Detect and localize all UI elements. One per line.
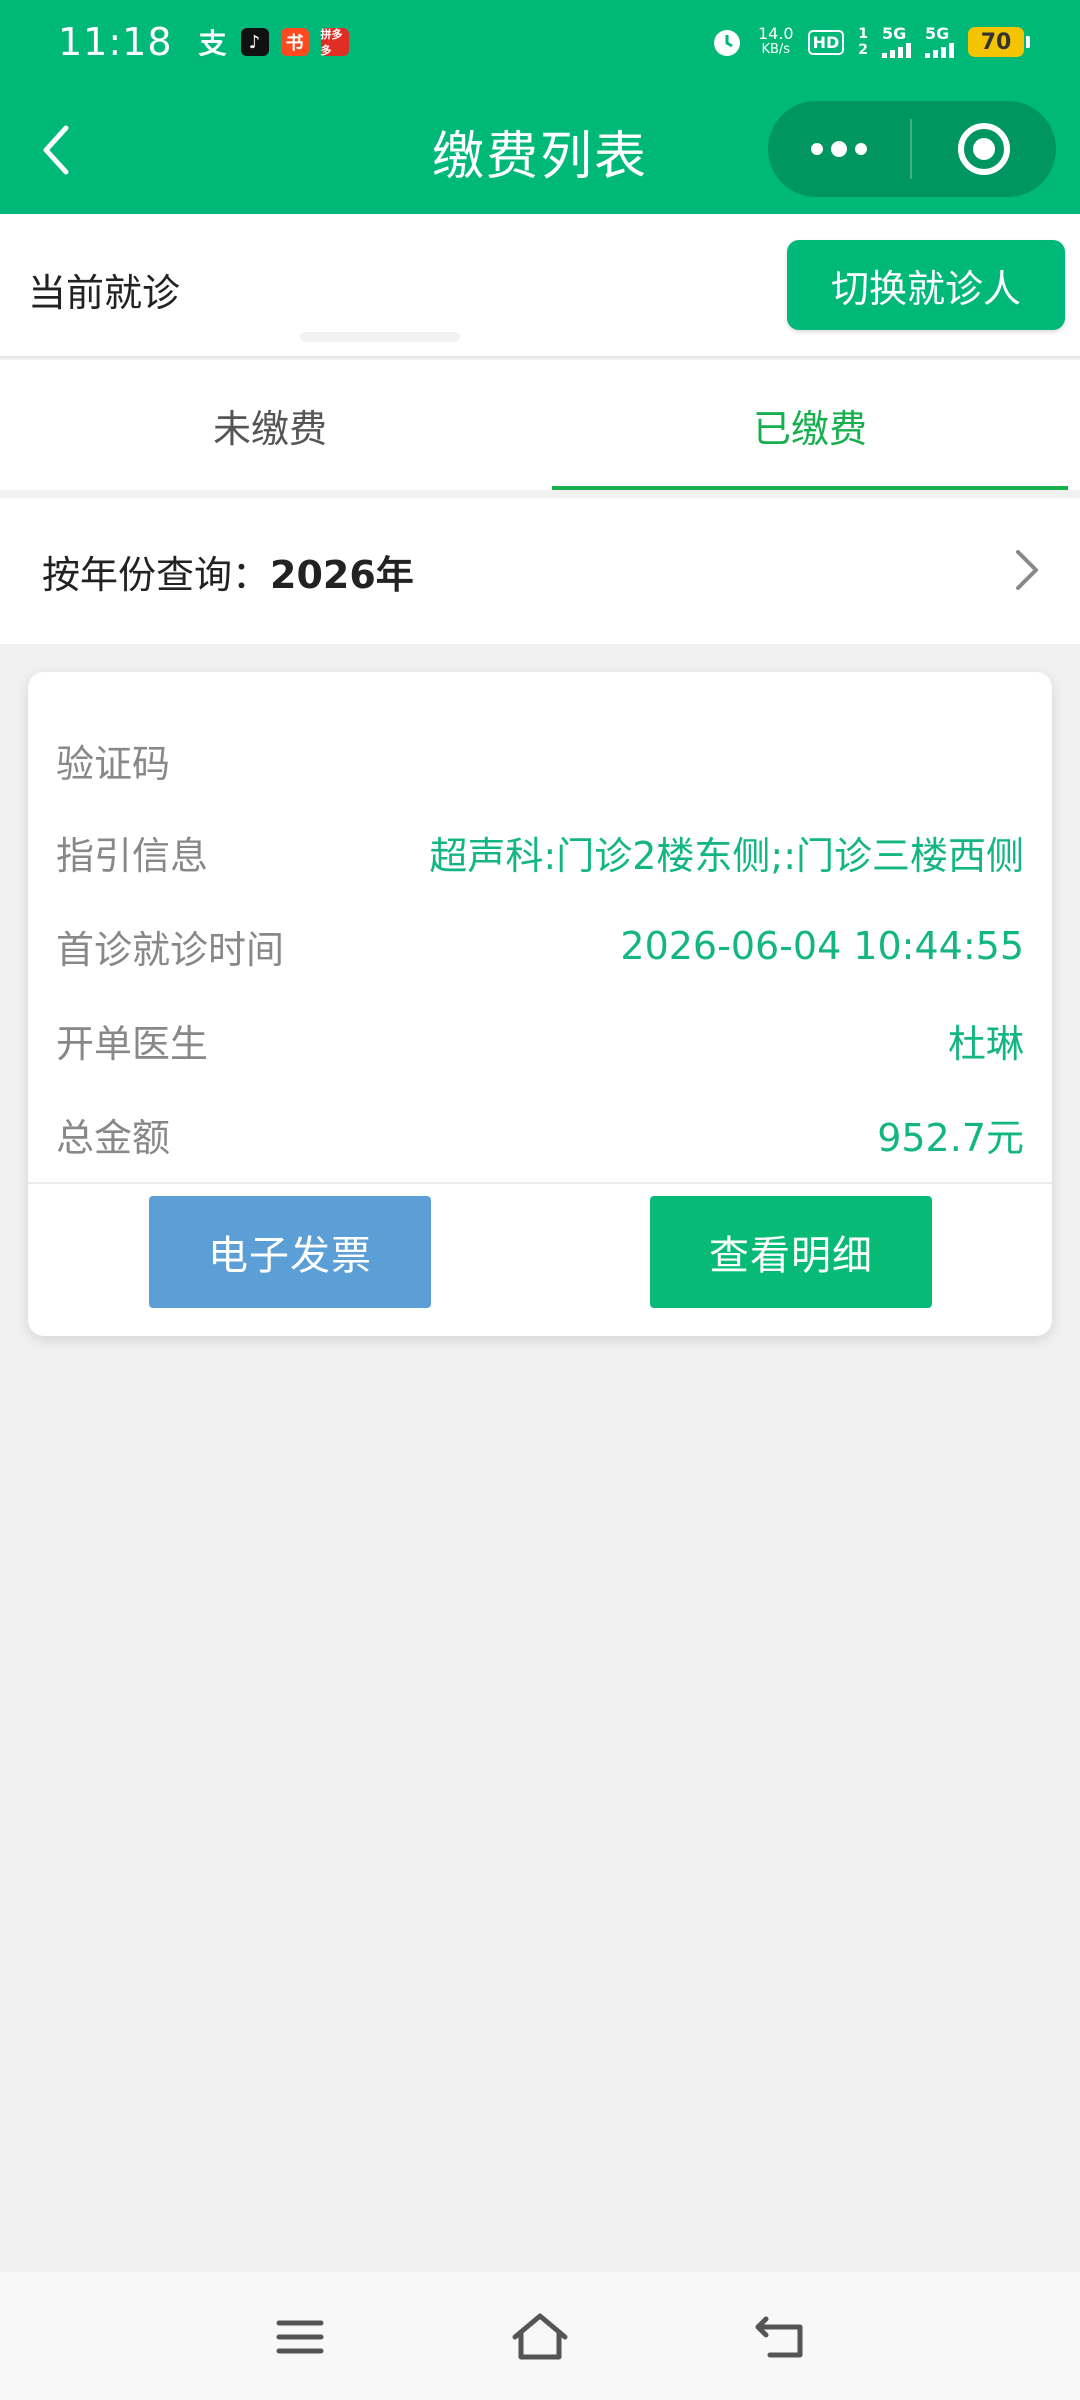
target-close-icon [958, 123, 1010, 175]
xiaohongshu-icon: 书 [280, 28, 309, 56]
guide-info-label: 指引信息 [56, 833, 209, 878]
more-dots-icon [811, 141, 867, 157]
pinduoduo-icon: 拼多多 [320, 28, 349, 57]
year-filter-value: 2026年 [270, 552, 414, 597]
year-filter[interactable]: 按年份查询： 2026年 [0, 498, 1080, 644]
status-bar: 11:18 支 ♪ 书 拼多多 14.0 KB/s HD 1 2 5G 5G 7… [0, 0, 1080, 84]
amount-label: 总金额 [56, 1115, 171, 1160]
payment-tabs: 未缴费 已缴费 [0, 360, 1080, 490]
signal-bars-icon [925, 42, 954, 58]
status-time: 11:18 [58, 20, 173, 64]
e-invoice-button[interactable]: 电子发票 [149, 1196, 431, 1308]
amount-value: 952.7元 [877, 1115, 1024, 1160]
hd-badge: HD [807, 29, 845, 55]
back-system-button[interactable] [745, 2302, 815, 2372]
signal-1: 5G [882, 26, 911, 58]
signal-2: 5G [925, 26, 954, 58]
tab-paid[interactable]: 已缴费 [540, 360, 1080, 490]
alipay-icon: 支 [198, 27, 227, 60]
system-nav-bar [0, 2272, 1080, 2400]
menu-icon [276, 2320, 324, 2354]
visit-time-row: 首诊就诊时间 2026-06-04 10:44:55 [56, 916, 1024, 976]
chevron-right-icon [1016, 550, 1038, 590]
sim-slots: 1 2 [858, 26, 868, 58]
home-icon [512, 2313, 568, 2360]
net-speed: 14.0 KB/s [758, 26, 794, 58]
net-speed-unit: KB/s [761, 42, 791, 57]
nav-bar: 缴费列表 [0, 84, 1080, 214]
tiktok-icon: ♪ [240, 28, 269, 56]
net2-label: 5G [925, 24, 950, 43]
year-filter-label: 按年份查询： [42, 552, 271, 597]
close-miniprogram-button[interactable] [912, 101, 1056, 197]
amount-row: 总金额 952.7元 [56, 1104, 1024, 1164]
signal-bars-icon [882, 42, 911, 58]
tab-unpaid[interactable]: 未缴费 [0, 360, 540, 490]
menu-button[interactable] [265, 2302, 335, 2372]
payment-record-card: 验证码 指引信息 超声科:门诊2楼东侧;:门诊三楼西侧 首诊就诊时间 2026-… [28, 672, 1052, 1336]
current-patient-bar: 当前就诊 切换就诊人 [0, 214, 1080, 358]
status-app-icons: 支 ♪ 书 拼多多 [197, 27, 349, 60]
payment-list-page: 11:18 支 ♪ 书 拼多多 14.0 KB/s HD 1 2 5G 5G 7… [0, 0, 1080, 2400]
current-patient-label: 当前就诊 [28, 271, 181, 315]
visit-time-label: 首诊就诊时间 [56, 927, 285, 972]
status-right-group: 14.0 KB/s HD 1 2 5G 5G 70 [710, 25, 1030, 59]
guide-info-value: 超声科:门诊2楼东侧;:门诊三楼西侧 [429, 833, 1024, 878]
return-arrow-icon [755, 2316, 803, 2358]
home-button[interactable] [505, 2302, 575, 2372]
guide-info-row: 指引信息 超声科:门诊2楼东侧;:门诊三楼西侧 [56, 822, 1024, 882]
sim2-label: 2 [858, 42, 868, 58]
card-divider [28, 1182, 1052, 1184]
verify-code-row: 验证码 [56, 730, 1024, 790]
net-speed-value: 14.0 [757, 24, 794, 43]
doctor-label: 开单医生 [56, 1021, 209, 1066]
battery-icon: 70 [968, 27, 1030, 57]
sim1-label: 1 [858, 26, 868, 42]
miniprogram-capsule [768, 101, 1056, 197]
visit-time-value: 2026-06-04 10:44:55 [620, 924, 1024, 968]
verify-code-label: 验证码 [56, 741, 171, 786]
doctor-value: 杜琳 [947, 1021, 1024, 1066]
alarm-icon [713, 30, 740, 56]
doctor-row: 开单医生 杜琳 [56, 1010, 1024, 1070]
more-button[interactable] [768, 101, 910, 197]
patient-name-masked [300, 332, 460, 342]
view-detail-button[interactable]: 查看明细 [650, 1196, 932, 1308]
net1-label: 5G [882, 24, 907, 43]
switch-patient-button[interactable]: 切换就诊人 [787, 240, 1065, 330]
